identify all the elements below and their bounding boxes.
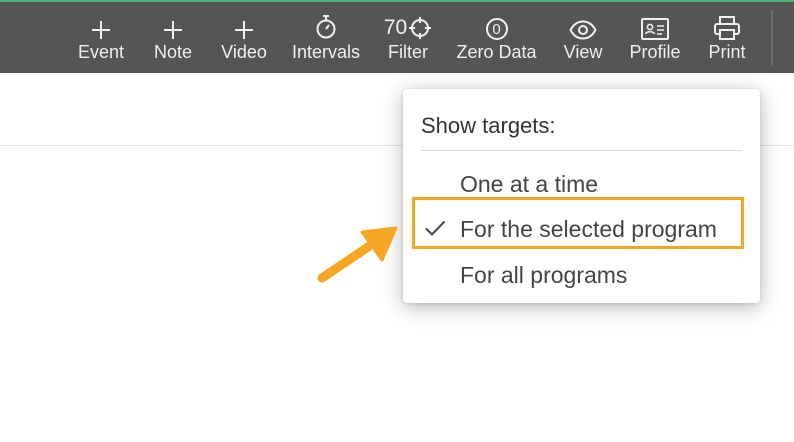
tool-label-event: Event <box>77 42 125 62</box>
view-button[interactable]: View <box>562 2 604 73</box>
tool-label-view: View <box>563 42 603 62</box>
add-event-button[interactable]: Event <box>78 2 124 73</box>
print-button[interactable]: Print <box>706 2 748 73</box>
eye-icon <box>569 2 597 40</box>
filter-value: 70 <box>383 16 408 39</box>
add-note-button[interactable]: Note <box>150 2 196 73</box>
arrow-annotation-icon <box>312 218 402 293</box>
tool-label-note: Note <box>153 42 193 62</box>
option-label: One at a time <box>460 171 599 197</box>
option-for-all-programs[interactable]: For all programs <box>403 255 760 295</box>
dropdown-title: Show targets: <box>421 113 556 138</box>
filter-button[interactable]: 70 Filter <box>379 2 437 73</box>
toolbar-divider <box>771 10 773 65</box>
plus-icon <box>91 2 111 40</box>
tool-label-profile: Profile <box>629 42 681 62</box>
zero-glyph: 0 <box>485 18 508 40</box>
tool-label-video: Video <box>221 42 267 62</box>
crosshair-icon <box>409 17 432 39</box>
show-targets-dropdown: Show targets: One at a time For the sele… <box>403 89 760 303</box>
tool-label-intervals: Intervals <box>291 42 361 62</box>
plus-icon <box>163 2 183 40</box>
tool-label-filter: Filter <box>388 42 428 62</box>
profile-button[interactable]: Profile <box>628 2 682 73</box>
option-label: For all programs <box>460 262 628 288</box>
tool-label-zero-data: Zero Data <box>456 42 537 62</box>
toolbar: Event Note Video Intervals 70 Filter 0 Z… <box>0 2 794 73</box>
filter-indicator: 70 <box>384 2 432 40</box>
zero-circle-icon: 0 <box>485 2 508 40</box>
highlight-annotation <box>412 197 744 249</box>
stopwatch-icon <box>315 2 337 40</box>
dropdown-separator <box>421 150 742 151</box>
id-card-icon <box>641 2 669 40</box>
zero-data-button[interactable]: 0 Zero Data <box>455 2 538 73</box>
add-video-button[interactable]: Video <box>220 2 268 73</box>
intervals-button[interactable]: Intervals <box>290 2 362 73</box>
plus-icon <box>234 2 254 40</box>
tool-label-print: Print <box>708 42 746 62</box>
printer-icon <box>714 2 740 40</box>
